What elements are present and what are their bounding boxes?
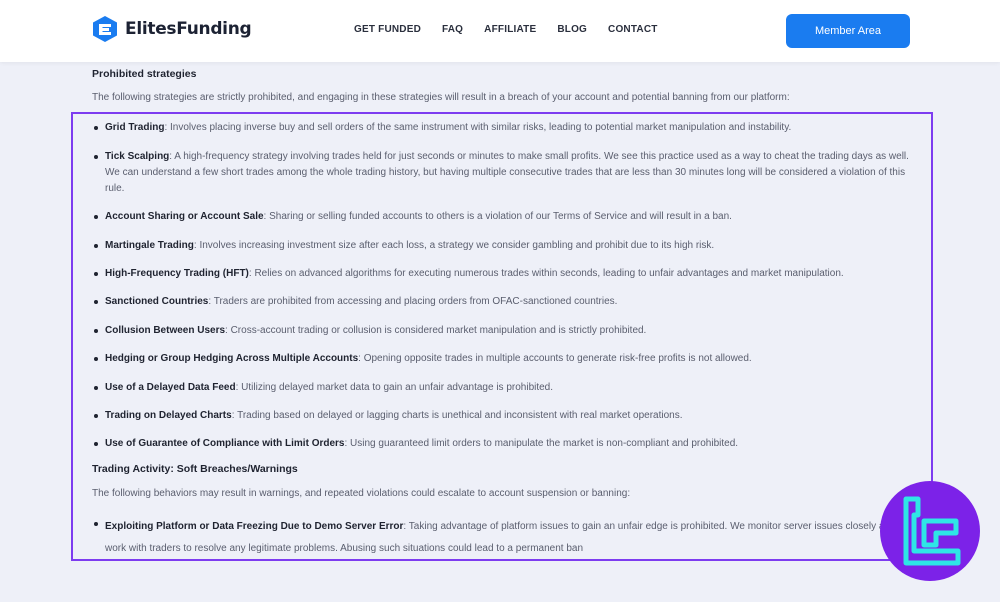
prohibited-description: The following strategies are strictly pr… bbox=[92, 92, 790, 103]
item-text: : Using guaranteed limit orders to manip… bbox=[344, 438, 739, 449]
list-item: Hedging or Group Hedging Across Multiple… bbox=[94, 351, 913, 367]
member-area-button[interactable]: Member Area bbox=[786, 14, 910, 48]
item-text: : Traders are prohibited from accessing … bbox=[208, 296, 618, 307]
soft-breaches-title: Trading Activity: Soft Breaches/Warnings bbox=[92, 463, 298, 475]
item-text: : Involves placing inverse buy and sell … bbox=[164, 122, 792, 133]
prohibited-title: Prohibited strategies bbox=[92, 68, 197, 80]
item-term: Use of Guarantee of Compliance with Limi… bbox=[105, 438, 345, 449]
brand-logo[interactable]: ElitesFunding bbox=[92, 15, 252, 43]
nav-blog[interactable]: BLOG bbox=[557, 24, 587, 35]
item-term: Sanctioned Countries bbox=[105, 296, 209, 307]
list-item: Sanctioned Countries: Traders are prohib… bbox=[94, 294, 913, 310]
list-item: Collusion Between Users: Cross-account t… bbox=[94, 323, 913, 339]
item-text: : A high-frequency strategy involving tr… bbox=[105, 151, 909, 194]
item-text: : Opening opposite trades in multiple ac… bbox=[358, 353, 752, 364]
list-item: Use of Guarantee of Compliance with Limi… bbox=[94, 436, 913, 452]
list-item: Exploiting Platform or Data Freezing Due… bbox=[94, 516, 913, 560]
item-term: Exploiting Platform or Data Freezing Due… bbox=[105, 521, 404, 532]
item-term: Collusion Between Users bbox=[105, 325, 226, 336]
item-text: : Relies on advanced algorithms for exec… bbox=[248, 268, 844, 279]
item-term: Tick Scalping bbox=[105, 151, 170, 162]
list-item: Martingale Trading: Involves increasing … bbox=[94, 238, 913, 254]
nav-get-funded[interactable]: GET FUNDED bbox=[354, 24, 421, 35]
list-item: Grid Trading: Involves placing inverse b… bbox=[94, 120, 913, 136]
tradingfinder-badge bbox=[880, 481, 980, 581]
site-header: ElitesFunding GET FUNDED FAQ AFFILIATE B… bbox=[0, 0, 1000, 62]
item-term: Use of a Delayed Data Feed bbox=[105, 382, 236, 393]
item-text: : Involves increasing investment size af… bbox=[193, 240, 715, 251]
list-item: Trading on Delayed Charts: Trading based… bbox=[94, 408, 913, 424]
nav-contact[interactable]: CONTACT bbox=[608, 24, 658, 35]
tradingfinder-logo-icon bbox=[903, 496, 961, 566]
item-term: Grid Trading bbox=[105, 122, 165, 133]
nav-affiliate[interactable]: AFFILIATE bbox=[484, 24, 536, 35]
list-item: Account Sharing or Account Sale: Sharing… bbox=[94, 209, 913, 225]
list-item: Use of a Delayed Data Feed: Utilizing de… bbox=[94, 380, 913, 396]
list-item: High-Frequency Trading (HFT): Relies on … bbox=[94, 266, 913, 282]
item-term: Trading on Delayed Charts bbox=[105, 410, 232, 421]
nav-faq[interactable]: FAQ bbox=[442, 24, 463, 35]
item-term: Martingale Trading bbox=[105, 240, 194, 251]
soft-breaches-description: The following behaviors may result in wa… bbox=[92, 488, 631, 499]
item-text: : Trading based on delayed or lagging ch… bbox=[231, 410, 683, 421]
item-term: Hedging or Group Hedging Across Multiple… bbox=[105, 353, 359, 364]
item-term: High-Frequency Trading (HFT) bbox=[105, 268, 249, 279]
item-text: : Utilizing delayed market data to gain … bbox=[235, 382, 554, 393]
main-nav: GET FUNDED FAQ AFFILIATE BLOG CONTACT bbox=[354, 24, 658, 35]
list-item: Tick Scalping: A high-frequency strategy… bbox=[94, 149, 913, 197]
item-text: : Sharing or selling funded accounts to … bbox=[263, 211, 732, 222]
item-term: Account Sharing or Account Sale bbox=[105, 211, 264, 222]
item-text: : Cross-account trading or collusion is … bbox=[225, 325, 647, 336]
brand-name: ElitesFunding bbox=[125, 19, 252, 39]
elitesfunding-logo-icon bbox=[93, 16, 117, 42]
